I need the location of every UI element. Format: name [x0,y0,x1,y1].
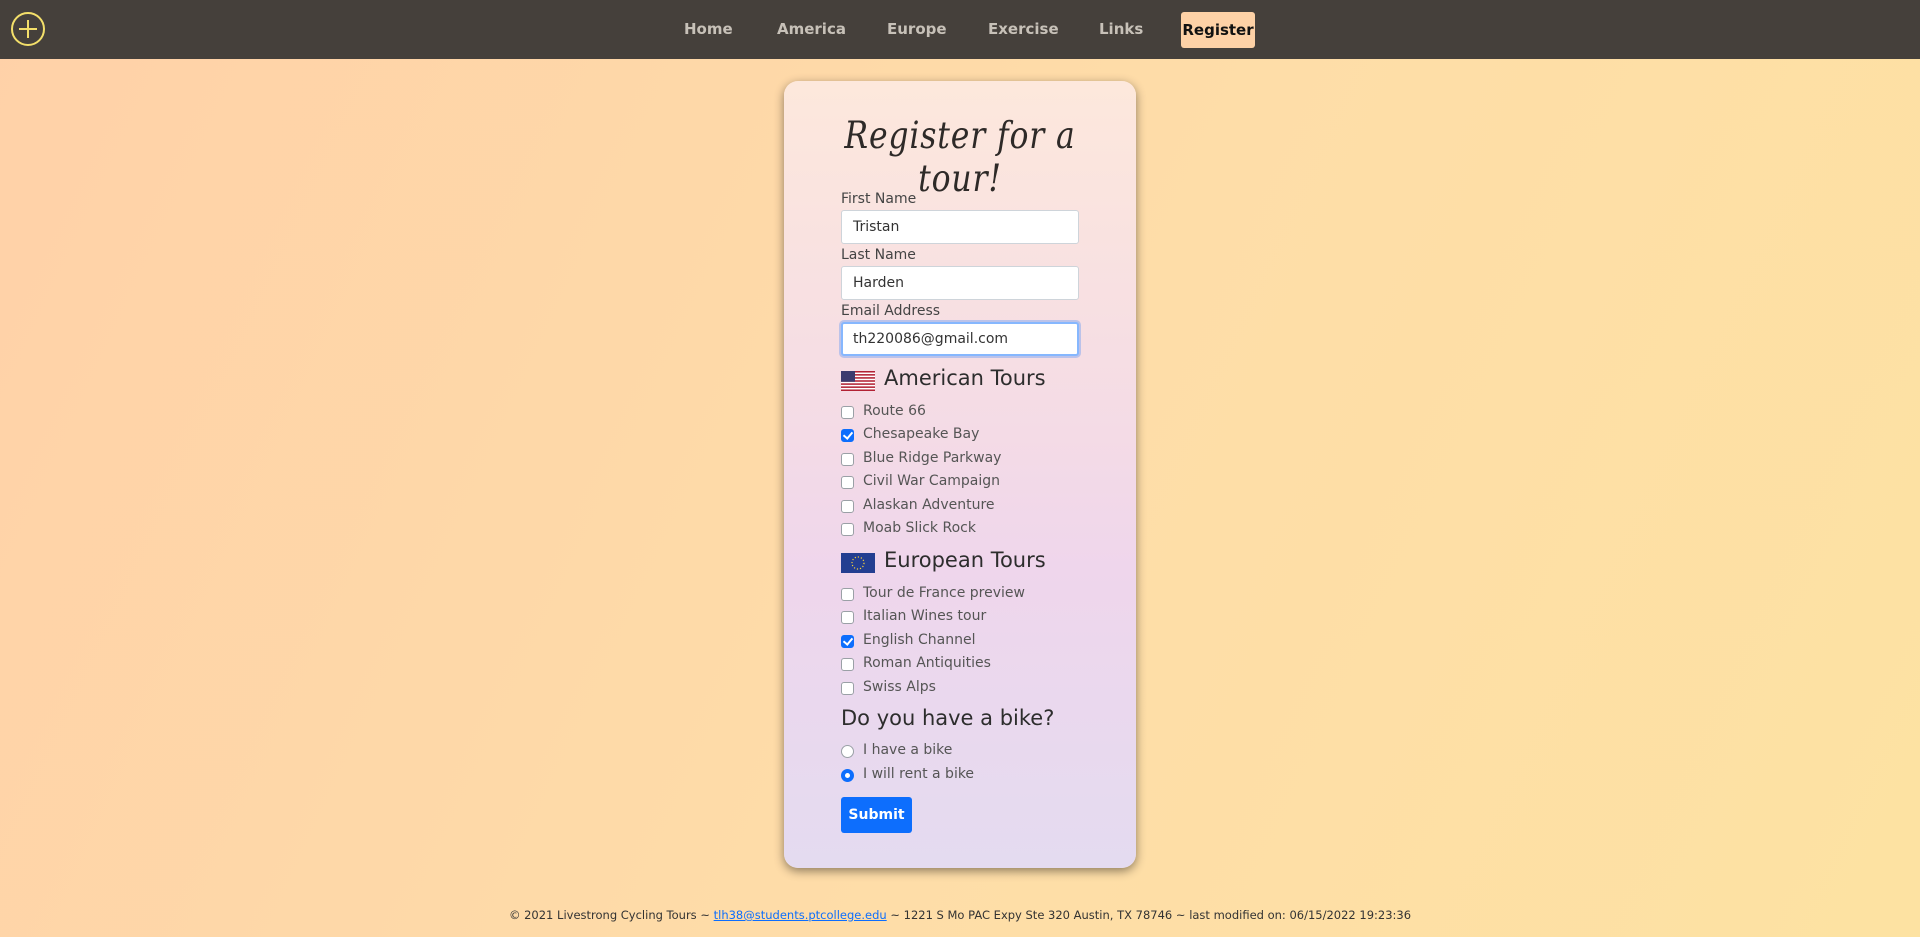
checkbox[interactable] [841,682,854,695]
american-tours-title: American Tours [884,366,1046,390]
radio-button[interactable] [841,745,854,758]
nav-home[interactable]: Home [684,20,733,38]
checkbox[interactable] [841,658,854,671]
checkbox[interactable] [841,588,854,601]
registration-card: Register for a tour! First Name Tristan … [784,81,1136,868]
european-tours-title: European Tours [884,548,1046,572]
checkbox[interactable] [841,523,854,536]
email-label: Email Address [841,303,941,319]
footer-email-link[interactable]: tlh38@students.ptcollege.edu [714,908,887,922]
checkbox[interactable] [841,453,854,466]
footer: © 2021 Livestrong Cycling Tours ~ tlh38@… [0,908,1920,922]
checkbox[interactable] [841,476,854,489]
eu-flag-icon [841,553,875,573]
checkbox[interactable] [841,500,854,513]
nav-exercise[interactable]: Exercise [988,20,1059,38]
checkbox[interactable] [841,635,854,648]
nav-europe[interactable]: Europe [887,20,947,38]
first-name-label: First Name [841,191,917,207]
radio-label: I will rent a bike [863,766,975,782]
nav-america[interactable]: America [777,20,846,38]
last-name-label: Last Name [841,247,916,263]
checkbox[interactable] [841,406,854,419]
form-title: Register for a tour! [844,114,1076,200]
navbar: Home America Europe Exercise Links Regis… [0,0,1920,59]
checkbox-label: Civil War Campaign [863,473,1001,489]
last-name-input[interactable]: Harden [841,266,1079,300]
nav-links[interactable]: Links [1099,20,1143,38]
checkbox-label: Alaskan Adventure [863,497,995,513]
footer-prefix: © 2021 Livestrong Cycling Tours ~ [508,908,714,922]
email-input[interactable]: th220086@gmail.com [841,322,1079,356]
checkbox-label: Tour de France preview [863,585,1025,601]
radio-label: I have a bike [863,742,953,758]
checkbox[interactable] [841,429,854,442]
checkbox-label: Blue Ridge Parkway [863,450,1002,466]
checkbox-label: Swiss Alps [863,679,936,695]
checkbox-label: Roman Antiquities [863,655,991,671]
submit-button[interactable]: Submit [841,797,912,833]
us-flag-icon [841,371,875,391]
plus-circle-icon[interactable] [11,12,45,46]
checkbox-label: Italian Wines tour [863,608,987,624]
footer-suffix: ~ 1221 S Mo PAC Expy Ste 320 Austin, TX … [886,908,1412,922]
bike-question-title: Do you have a bike? [841,706,1055,730]
checkbox-label: Moab Slick Rock [863,520,976,536]
first-name-input[interactable]: Tristan [841,210,1079,244]
radio-button[interactable] [841,769,854,782]
nav-register-button[interactable]: Register [1181,12,1255,48]
checkbox[interactable] [841,611,854,624]
checkbox-label: Route 66 [863,403,926,419]
checkbox-label: Chesapeake Bay [863,426,980,442]
checkbox-label: English Channel [863,632,976,648]
